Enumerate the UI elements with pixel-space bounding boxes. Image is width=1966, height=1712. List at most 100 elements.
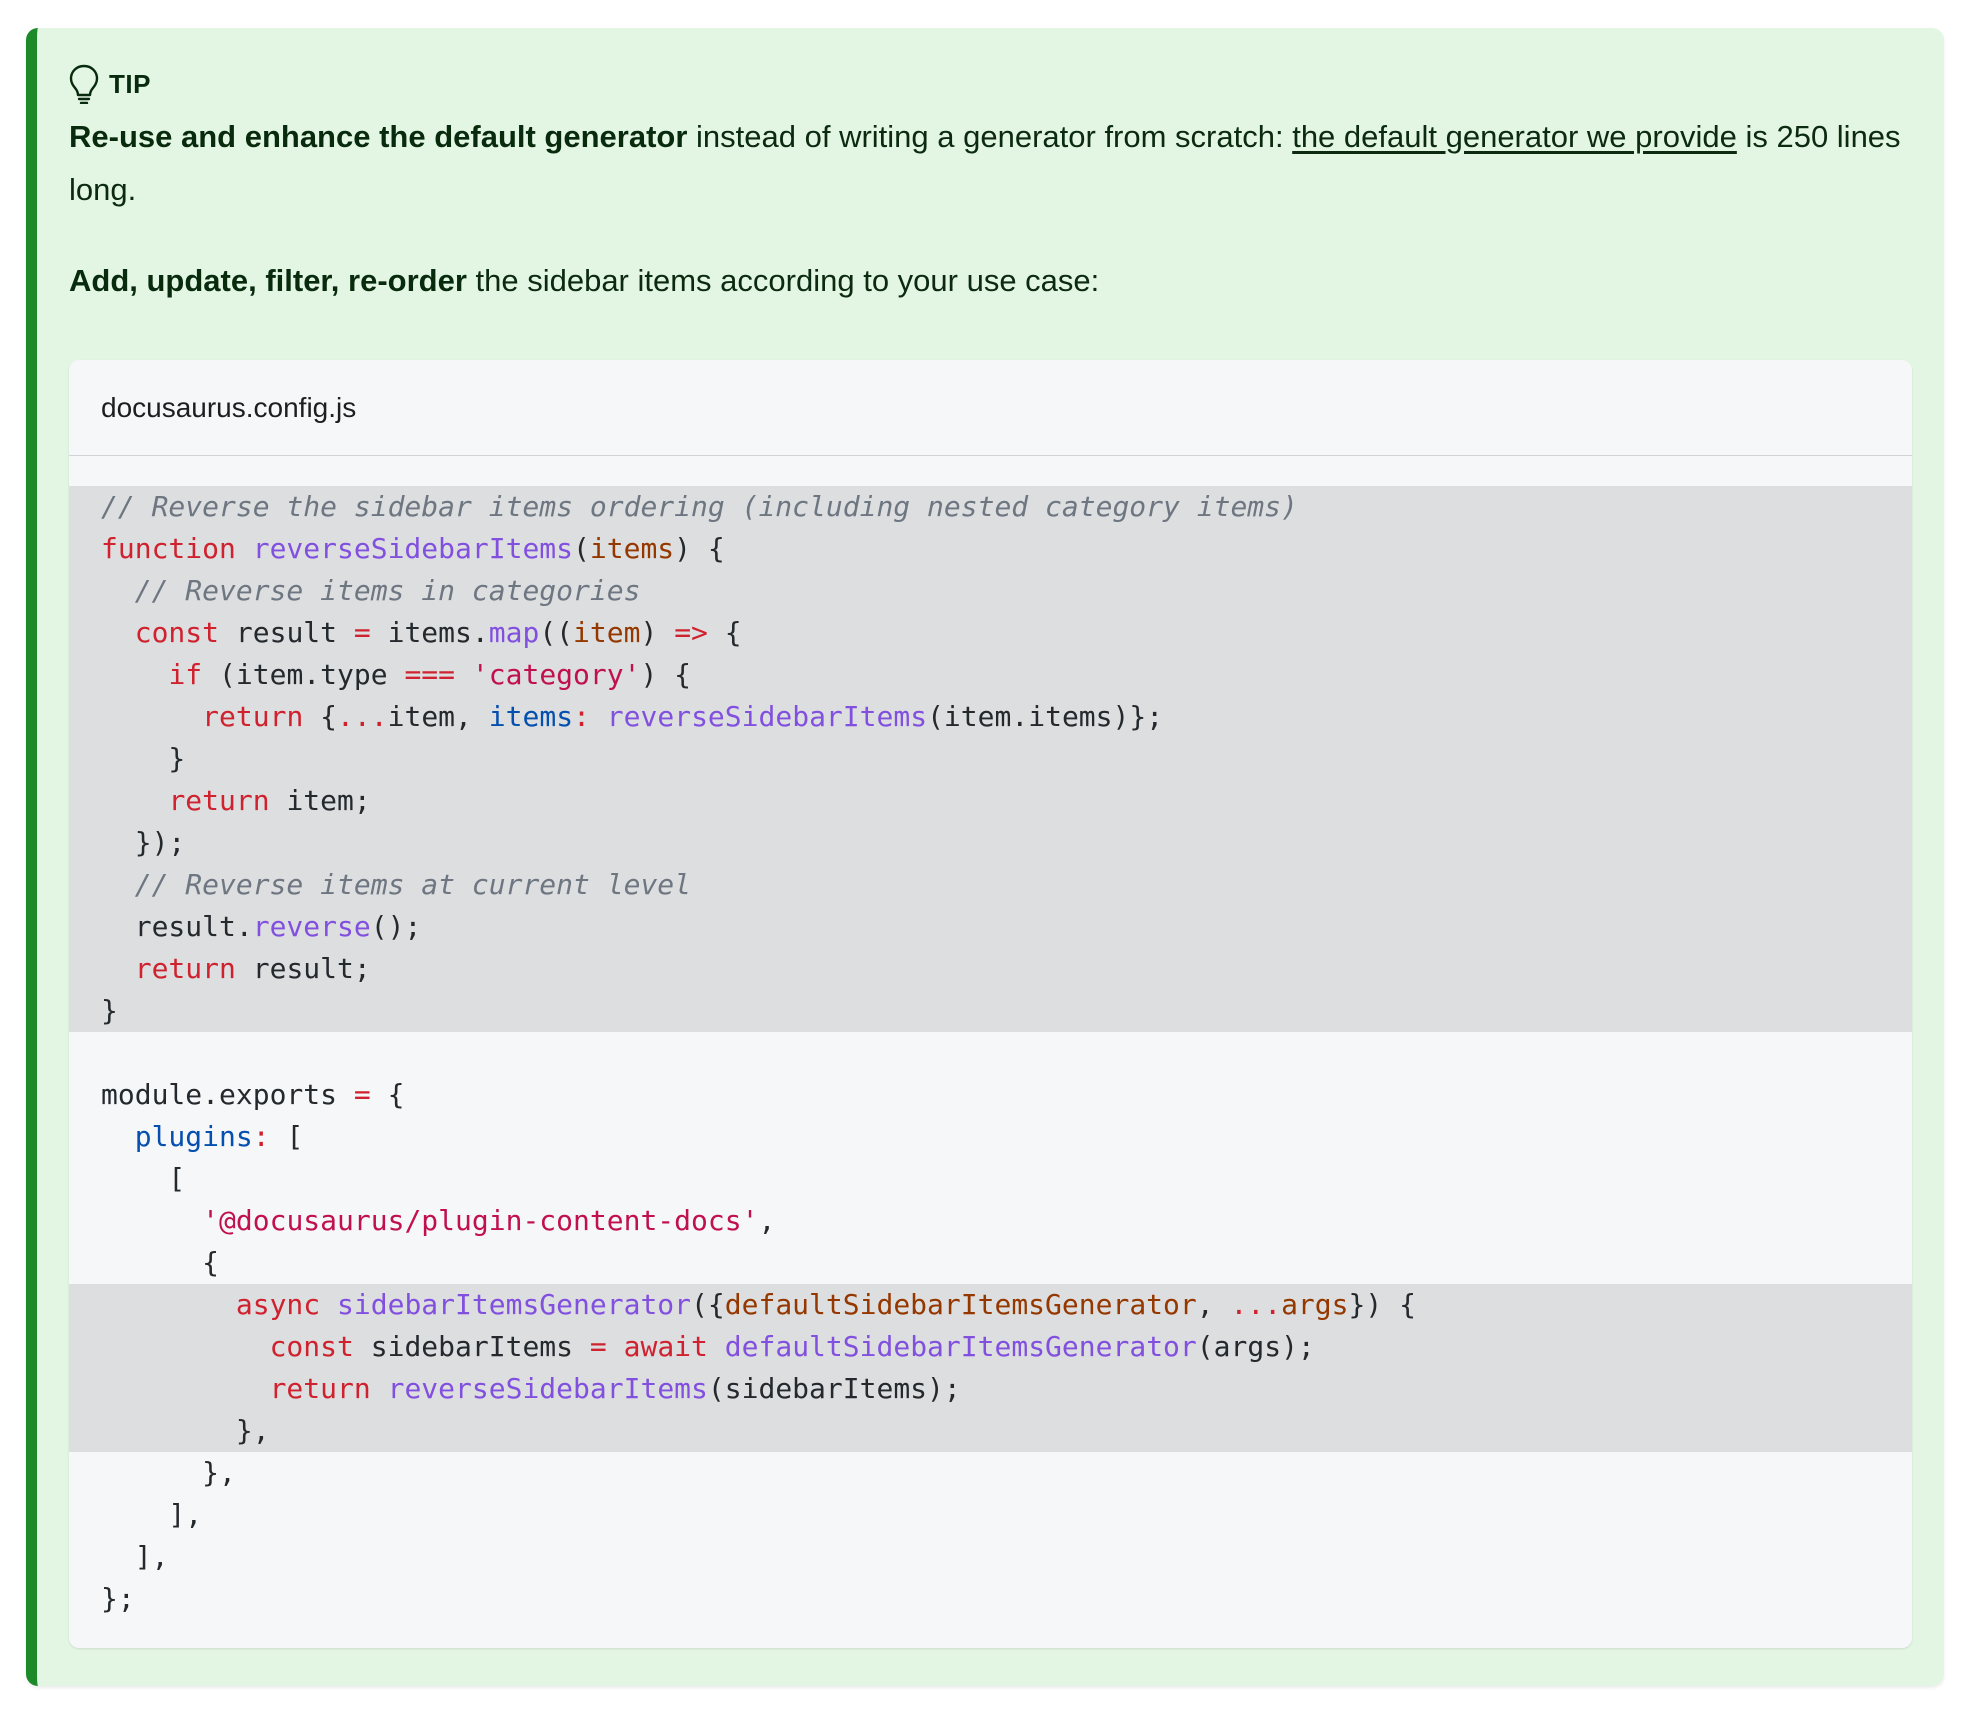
- code-token: // Reverse items at current level: [134, 868, 692, 901]
- code-token: {: [370, 1078, 405, 1111]
- code-token: }) {: [1348, 1288, 1416, 1321]
- code-token: },: [101, 1456, 236, 1489]
- code-token: return: [202, 700, 304, 733]
- paragraph-text: instead of writing a generator from scra…: [687, 119, 1293, 154]
- code-line-highlighted: async sidebarItemsGenerator({defaultSide…: [69, 1284, 1912, 1326]
- code-token: {: [303, 700, 338, 733]
- code-line-highlighted: return {...item, items: reverseSidebarIt…: [69, 696, 1912, 738]
- code-token: items.: [370, 616, 489, 649]
- bold-text: Add, update, filter, re-order: [69, 263, 467, 298]
- code-body[interactable]: // Reverse the sidebar items ordering (i…: [69, 456, 1912, 1620]
- code-token: await: [623, 1330, 708, 1363]
- code-token: ): [640, 616, 675, 649]
- code-line-highlighted: return reverseSidebarItems(sidebarItems)…: [69, 1368, 1912, 1410]
- code-token: items: [488, 700, 574, 733]
- code-line: };: [69, 1578, 1912, 1620]
- code-token: ) {: [640, 658, 692, 691]
- code-token: return: [168, 784, 270, 817]
- code-token: defaultSidebarItemsGenerator: [724, 1330, 1197, 1363]
- admonition-heading: tip: [69, 58, 1912, 110]
- code-token: =: [589, 1330, 607, 1363]
- code-line-highlighted: });: [69, 822, 1912, 864]
- code-token: (sidebarItems);: [707, 1372, 961, 1405]
- tip-admonition: tip Re-use and enhance the default gener…: [26, 28, 1944, 1686]
- code-token: ],: [101, 1540, 169, 1573]
- tip-paragraph-1: Re-use and enhance the default generator…: [69, 110, 1912, 216]
- code-token: const: [134, 616, 220, 649]
- code-line-highlighted: const sidebarItems = await defaultSideba…: [69, 1326, 1912, 1368]
- code-token: return: [134, 952, 236, 985]
- code-line-highlighted: return result;: [69, 948, 1912, 990]
- code-line-highlighted: }: [69, 990, 1912, 1032]
- code-token: args: [1281, 1288, 1349, 1321]
- code-token: ...: [1230, 1288, 1282, 1321]
- code-token: {: [707, 616, 742, 649]
- code-token: ...: [337, 700, 388, 733]
- code-token: {: [101, 1246, 220, 1279]
- code-line-highlighted: return item;: [69, 780, 1912, 822]
- code-token: },: [101, 1414, 270, 1447]
- code-token: // Reverse items in categories: [134, 574, 641, 607]
- code-token: :: [573, 700, 590, 733]
- code-token: return: [269, 1372, 371, 1405]
- code-token: ) {: [674, 532, 725, 565]
- code-token: reverseSidebarItems: [387, 1372, 708, 1405]
- code-line-highlighted: function reverseSidebarItems(items) {: [69, 528, 1912, 570]
- code-token: result.: [101, 910, 253, 943]
- code-line: ],: [69, 1494, 1912, 1536]
- code-token: }: [101, 742, 186, 775]
- code-token: =>: [674, 616, 708, 649]
- code-token: reverse: [252, 910, 371, 943]
- code-token: if: [168, 658, 203, 691]
- code-token: async: [235, 1288, 321, 1321]
- code-token: ();: [370, 910, 422, 943]
- code-line-highlighted: }: [69, 738, 1912, 780]
- code-token: module.exports: [101, 1078, 354, 1111]
- code-token: [: [101, 1162, 186, 1195]
- code-line-highlighted: const result = items.map((item) => {: [69, 612, 1912, 654]
- code-token: });: [101, 826, 186, 859]
- code-token: ===: [404, 658, 456, 691]
- code-block: docusaurus.config.js // Reverse the side…: [69, 360, 1912, 1648]
- code-token: =: [353, 1078, 371, 1111]
- code-token: map: [488, 616, 540, 649]
- code-line: plugins: [: [69, 1116, 1912, 1158]
- code-token: ],: [101, 1498, 203, 1531]
- code-line: module.exports = {: [69, 1074, 1912, 1116]
- code-token: result;: [235, 952, 371, 985]
- code-token: (item.type: [202, 658, 405, 691]
- code-line: },: [69, 1452, 1912, 1494]
- code-token: :: [252, 1120, 270, 1153]
- code-token: };: [101, 1582, 135, 1615]
- code-line: {: [69, 1242, 1912, 1284]
- code-token: (item.items)};: [927, 700, 1164, 733]
- code-token: (args);: [1196, 1330, 1315, 1363]
- code-token: reverseSidebarItems: [252, 532, 574, 565]
- code-token: ({: [691, 1288, 725, 1321]
- code-line-highlighted: if (item.type === 'category') {: [69, 654, 1912, 696]
- code-line: [69, 1032, 1912, 1074]
- code-token: items: [589, 532, 675, 565]
- code-token: 'category': [471, 658, 641, 691]
- code-token: // Reverse the sidebar items ordering (i…: [101, 490, 1298, 523]
- code-token: '@docusaurus/plugin-content-docs': [202, 1204, 759, 1237]
- code-line: [: [69, 1158, 1912, 1200]
- code-token: defaultSidebarItemsGenerator: [724, 1288, 1197, 1321]
- code-block-title: docusaurus.config.js: [69, 360, 1912, 456]
- default-generator-link[interactable]: the default generator we provide: [1292, 119, 1737, 154]
- code-line: '@docusaurus/plugin-content-docs',: [69, 1200, 1912, 1242]
- code-token: [: [269, 1120, 304, 1153]
- code-token: reverseSidebarItems: [606, 700, 928, 733]
